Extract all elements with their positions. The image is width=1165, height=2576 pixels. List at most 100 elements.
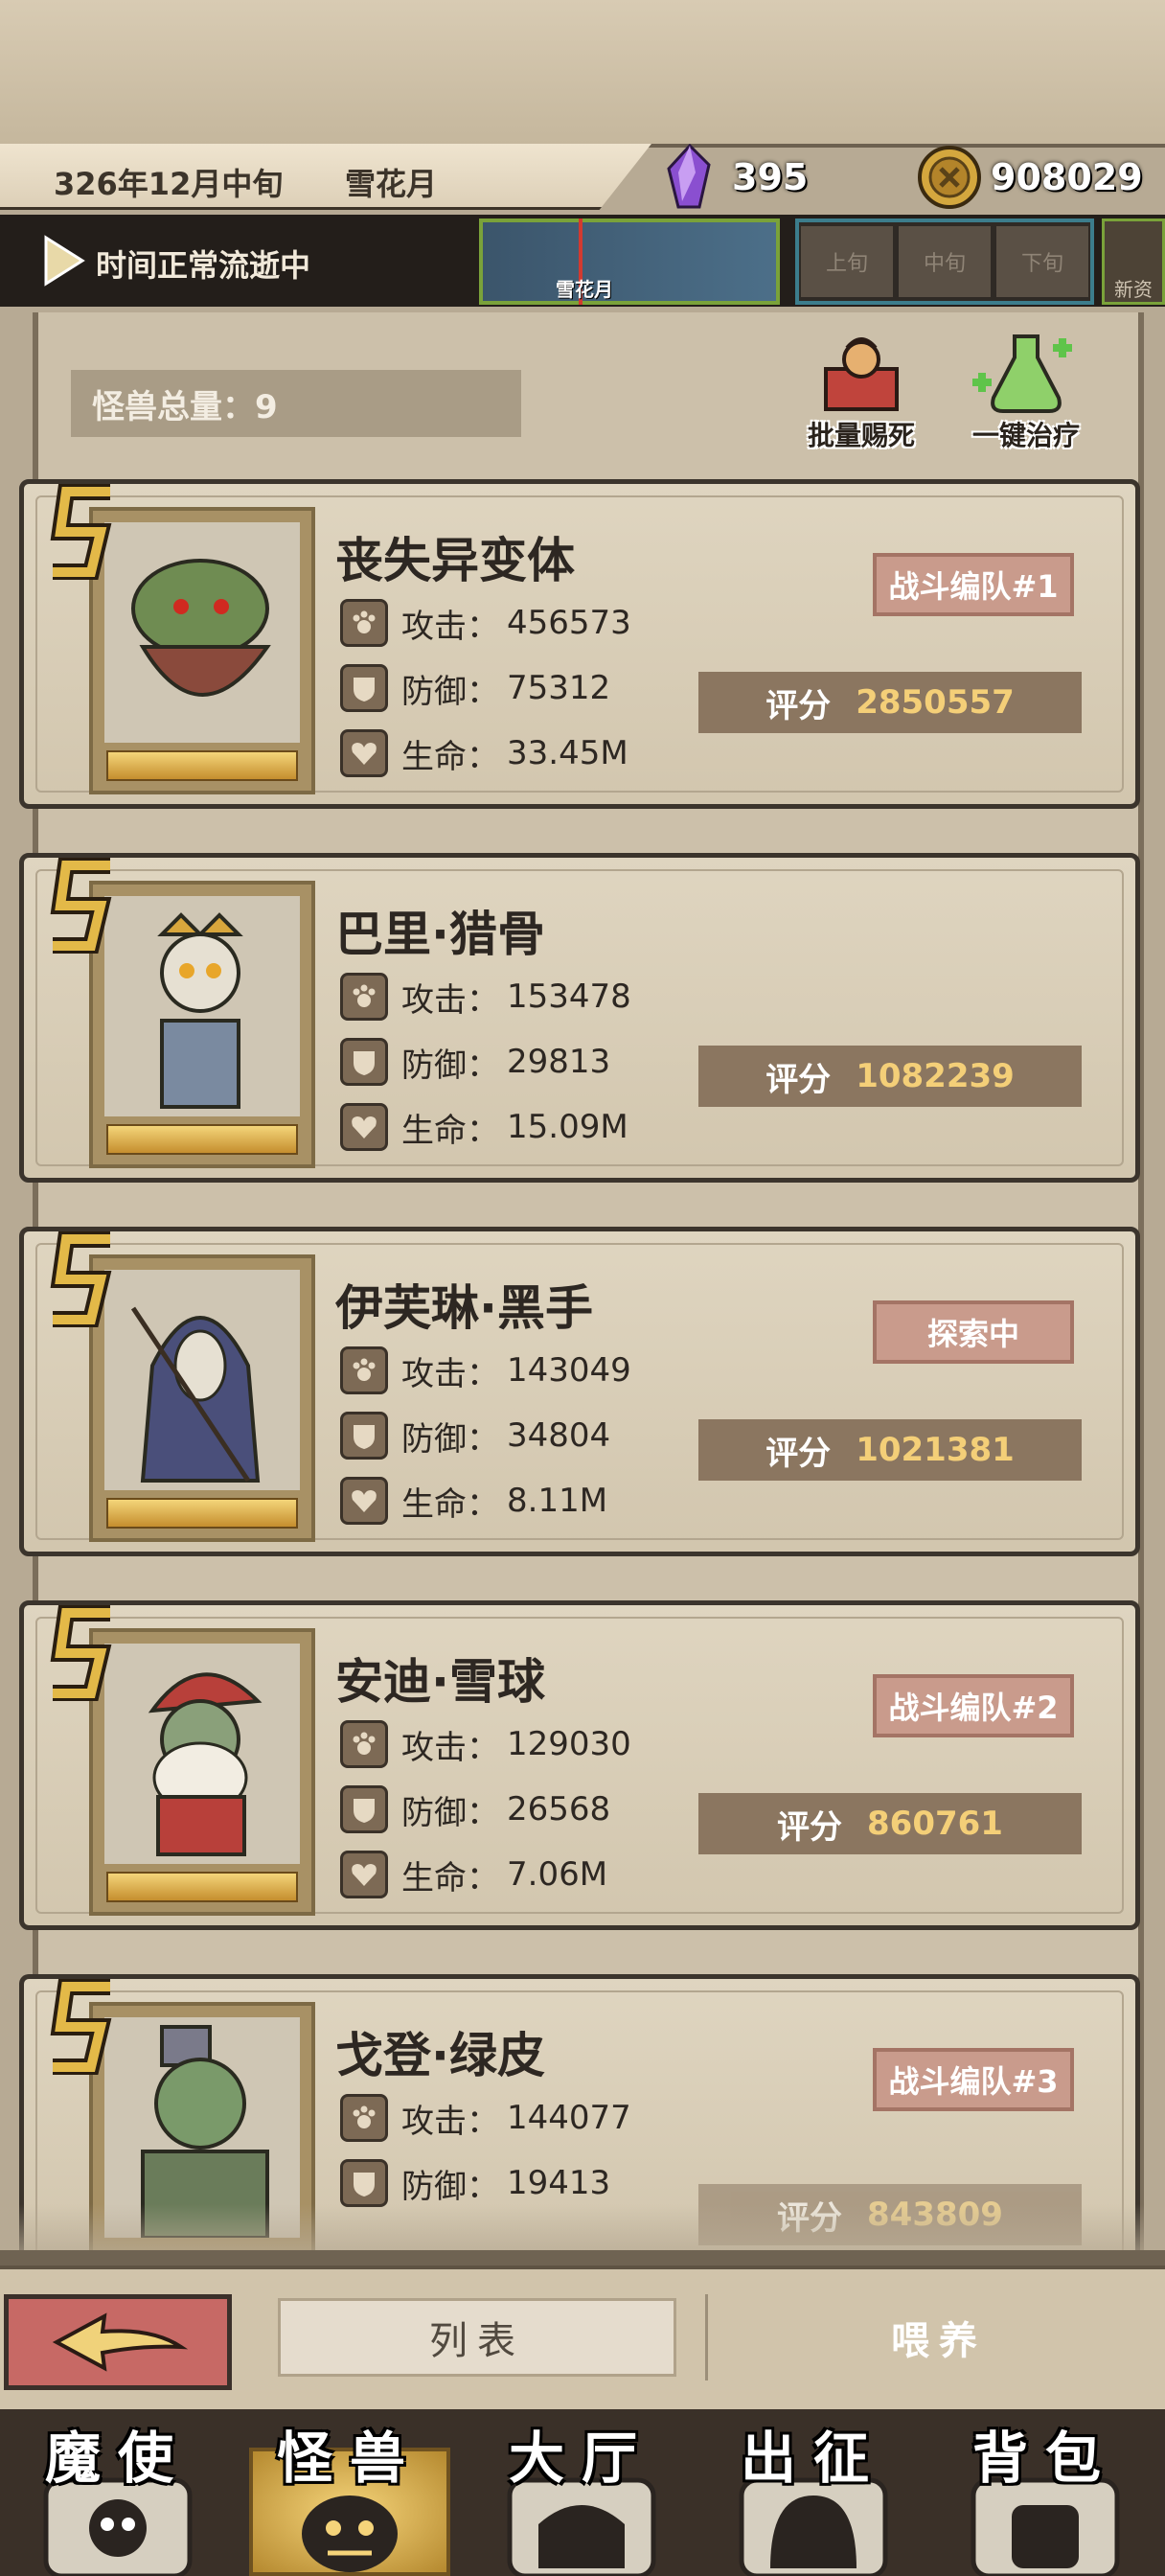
nav-demon-envoy[interactable]: 魔使 [8, 2409, 228, 2576]
monster-card[interactable]: 巴里·猎骨 攻击： 153478 防御： 29813 生命： 15.09M 评分 108… [19, 853, 1140, 1183]
score-value: 860761 [867, 1805, 1003, 1843]
guillotine-icon [824, 337, 899, 411]
hp-value: 7.06M [507, 1855, 608, 1894]
tab-feed[interactable]: 喂养 [728, 2298, 1150, 2377]
monster-name: 伊芙琳·黑手 [335, 1280, 593, 1336]
batch-kill-label: 批量赐死 [807, 420, 915, 451]
crystal-count: 395 [732, 156, 809, 198]
period-mid-button[interactable]: 中旬 [899, 226, 991, 297]
status-tag: 战斗编队#3 [873, 2048, 1074, 2111]
hp-value: 15.09M [507, 1108, 628, 1146]
attack-value: 456573 [507, 604, 631, 642]
paw-icon [340, 973, 388, 1021]
nav-hall[interactable]: 大厅 [471, 2409, 692, 2576]
score-value: 1021381 [856, 1431, 1015, 1469]
bottom-ribbon [0, 2250, 1165, 2266]
defense-stat: 防御： 34804 [340, 1410, 610, 1461]
shield-icon [340, 1412, 388, 1460]
month-name: 雪花月 [345, 166, 438, 202]
shield-icon [340, 1785, 388, 1833]
top-frame [0, 0, 1165, 148]
defense-value: 29813 [507, 1043, 611, 1081]
portrait-level-bar [106, 1872, 298, 1902]
rank-s-icon [50, 1231, 112, 1327]
paw-icon [340, 2094, 388, 2142]
nav-label: 怪兽 [276, 2426, 423, 2491]
nav-label: 出征 [740, 2426, 886, 2491]
monster-name: 戈登·绿皮 [335, 2028, 545, 2083]
shield-icon [340, 2159, 388, 2207]
coin-count: 908029 [991, 156, 1143, 198]
hp-stat: 生命： 8.11M [340, 1475, 607, 1527]
defense-stat: 防御： 19413 [340, 2157, 610, 2209]
monster-name: 安迪·雪球 [335, 1654, 545, 1710]
rank-s-icon [50, 858, 112, 954]
nav-label: 魔使 [44, 2426, 191, 2491]
rank-s-icon [50, 1605, 112, 1701]
score-value: 1082239 [856, 1057, 1015, 1095]
potion-icon [972, 334, 1072, 413]
nav-label: 背包 [971, 2426, 1118, 2491]
score-box: 评分 1082239 [698, 1046, 1082, 1107]
time-status: 时间正常流逝中 [96, 247, 311, 284]
period-early-button[interactable]: 上旬 [801, 226, 893, 297]
paw-icon [340, 1720, 388, 1768]
portrait-level-bar [106, 750, 298, 781]
hp-stat: 生命： 7.06M [340, 1849, 607, 1900]
heart-icon [340, 1477, 388, 1525]
score-box: 评分 2850557 [698, 672, 1082, 733]
attack-value: 144077 [507, 2099, 631, 2137]
monster-card[interactable]: 安迪·雪球 攻击： 129030 防御： 26568 生命： 7.06M 战斗编队#2… [19, 1600, 1140, 1930]
attack-stat: 攻击： 153478 [340, 971, 631, 1023]
monster-name: 丧失异变体 [335, 533, 575, 588]
hp-stat: 生命： 33.45M [340, 727, 628, 779]
defense-value: 26568 [507, 1790, 611, 1828]
monster-card[interactable]: 伊芙琳·黑手 攻击： 143049 防御： 34804 生命： 8.11M 探索中 评… [19, 1227, 1140, 1556]
attack-value: 143049 [507, 1351, 631, 1390]
next-period-slot[interactable]: 新资 [1102, 218, 1165, 305]
paw-icon [340, 1346, 388, 1394]
back-button[interactable] [4, 2294, 232, 2390]
defense-value: 34804 [507, 1416, 611, 1455]
score-box: 评分 860761 [698, 1793, 1082, 1854]
monster-name: 巴里·猎骨 [335, 907, 545, 962]
tab-list[interactable]: 列表 [278, 2298, 676, 2377]
attack-stat: 攻击： 143049 [340, 1345, 631, 1396]
coin-icon [918, 146, 981, 209]
heart-icon [340, 729, 388, 777]
play-icon[interactable] [42, 234, 86, 288]
shield-icon [340, 664, 388, 712]
status-tag: 战斗编队#2 [873, 1674, 1074, 1737]
nav-expedition[interactable]: 出征 [703, 2409, 924, 2576]
defense-stat: 防御： 75312 [340, 662, 610, 714]
score-box: 评分 1021381 [698, 1419, 1082, 1481]
hp-value: 8.11M [507, 1482, 608, 1520]
hp-stat: 生命： 15.09M [340, 1101, 628, 1153]
nav-monsters[interactable]: 怪兽 [240, 2409, 460, 2576]
heal-all-button[interactable]: 一键治疗 [954, 331, 1098, 455]
heal-all-label: 一键治疗 [971, 420, 1080, 451]
attack-stat: 攻击： 144077 [340, 2092, 631, 2144]
attack-stat: 攻击： 456573 [340, 597, 631, 649]
portrait-level-bar [106, 1498, 298, 1529]
status-tag: 探索中 [873, 1300, 1074, 1364]
attack-stat: 攻击： 129030 [340, 1718, 631, 1770]
batch-kill-button[interactable]: 批量赐死 [789, 331, 933, 455]
score-value: 2850557 [856, 683, 1015, 722]
hp-value: 33.45M [507, 734, 628, 772]
period-late-button[interactable]: 下旬 [996, 226, 1088, 297]
status-tag: 战斗编队#1 [873, 553, 1074, 616]
monster-card[interactable]: 丧失异变体 攻击： 456573 防御： 75312 生命： 33.45M 战斗编队#… [19, 479, 1140, 809]
defense-stat: 防御： 29813 [340, 1036, 610, 1088]
portrait-level-bar [106, 1124, 298, 1155]
heart-icon [340, 1103, 388, 1151]
nav-backpack[interactable]: 背包 [935, 2409, 1155, 2576]
defense-value: 19413 [507, 2164, 611, 2202]
defense-stat: 防御： 26568 [340, 1783, 610, 1835]
rank-s-icon [50, 1979, 112, 2075]
defense-value: 75312 [507, 669, 611, 707]
timeline-month-label: 雪花月 [556, 278, 613, 301]
date-label: 326年12月中旬 [54, 166, 284, 202]
rank-s-icon [50, 484, 112, 580]
monster-total: 怪兽总量：9 [71, 370, 521, 437]
